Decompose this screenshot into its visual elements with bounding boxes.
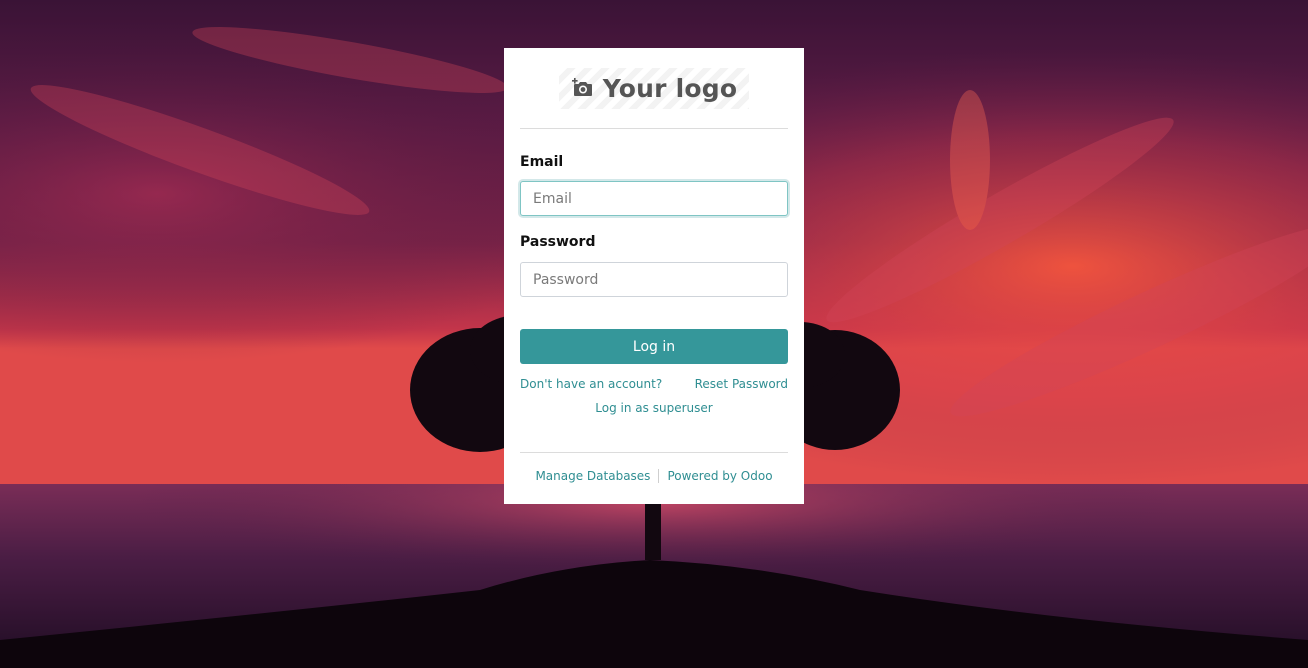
email-input[interactable]: [520, 181, 788, 216]
superuser-login-link[interactable]: Log in as superuser: [504, 401, 804, 415]
logo-text: Your logo: [602, 73, 738, 103]
email-label: Email: [520, 154, 564, 170]
password-label: Password: [520, 234, 596, 250]
powered-by-link[interactable]: Powered by Odoo: [667, 469, 772, 483]
login-button[interactable]: Log in: [520, 329, 788, 364]
manage-databases-link[interactable]: Manage Databases: [535, 469, 650, 483]
company-logo[interactable]: Your logo: [558, 67, 750, 109]
signup-link[interactable]: Don't have an account?: [520, 377, 662, 391]
logo-area: Your logo: [520, 48, 788, 129]
footer-separator: [658, 469, 660, 483]
login-card: Your logo Email Password Log in Don't ha…: [504, 48, 804, 504]
footer: Manage Databases Powered by Odoo: [504, 469, 804, 483]
reset-password-link[interactable]: Reset Password: [695, 377, 788, 391]
password-input[interactable]: [520, 262, 788, 297]
footer-divider: [520, 452, 788, 453]
camera-plus-icon: [571, 78, 592, 96]
